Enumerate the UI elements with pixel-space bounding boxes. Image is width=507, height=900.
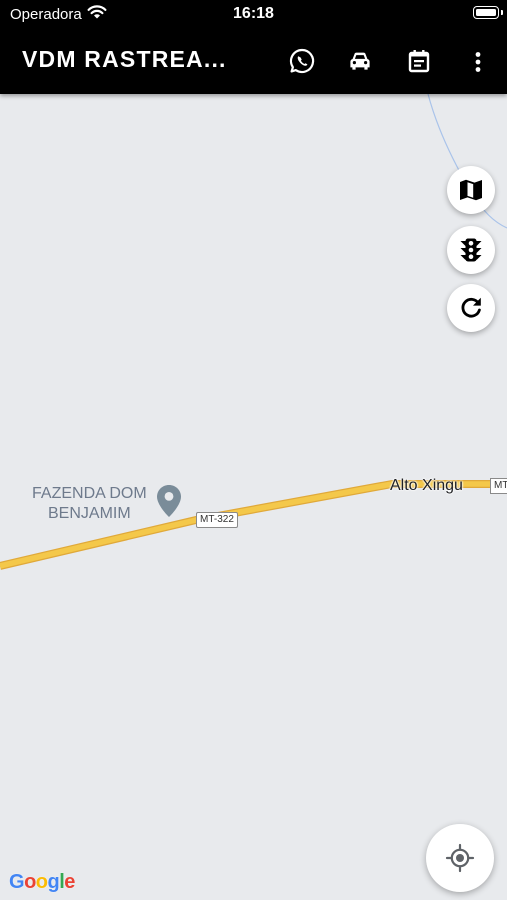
map-type-button[interactable] — [447, 166, 495, 214]
google-logo-letter: G — [9, 871, 25, 893]
status-bar: Operadora 16:18 — [0, 0, 507, 28]
clock: 16:18 — [233, 5, 274, 22]
road-shield: MT-322 — [196, 512, 238, 528]
app-bar: VDM RASTREA... — [0, 28, 507, 94]
place-label: Alto Xingu — [390, 477, 463, 494]
refresh-button[interactable] — [447, 284, 495, 332]
my-location-button[interactable] — [426, 824, 494, 892]
poi-label: FAZENDA DOM BENJAMIM — [32, 485, 147, 522]
map-pin-icon[interactable] — [156, 484, 182, 523]
google-logo-letter: g — [47, 871, 60, 893]
my-location-icon — [445, 843, 475, 873]
calendar-button[interactable] — [403, 45, 435, 77]
vehicles-button[interactable] — [344, 45, 376, 77]
more-vert-icon — [475, 52, 481, 72]
google-logo: Google — [9, 871, 75, 894]
whatsapp-button[interactable] — [286, 45, 318, 77]
map-type-icon — [460, 179, 482, 201]
refresh-icon — [461, 297, 481, 318]
battery-icon — [473, 6, 503, 19]
map-view[interactable]: FAZENDA DOM BENJAMIM MT-322 Alto Xingu M… — [0, 94, 507, 900]
traffic-light-icon — [460, 238, 482, 262]
road-shield-edge: MT — [490, 478, 507, 494]
google-logo-letter: o — [24, 871, 36, 893]
more-options-button[interactable] — [462, 45, 494, 77]
google-logo-letter: o — [35, 871, 48, 893]
traffic-button[interactable] — [447, 226, 495, 274]
google-logo-letter: e — [64, 871, 75, 893]
whatsapp-icon — [289, 48, 315, 74]
calendar-icon — [408, 50, 430, 73]
car-icon — [350, 52, 370, 70]
app-title: VDM RASTREA... — [22, 46, 227, 72]
